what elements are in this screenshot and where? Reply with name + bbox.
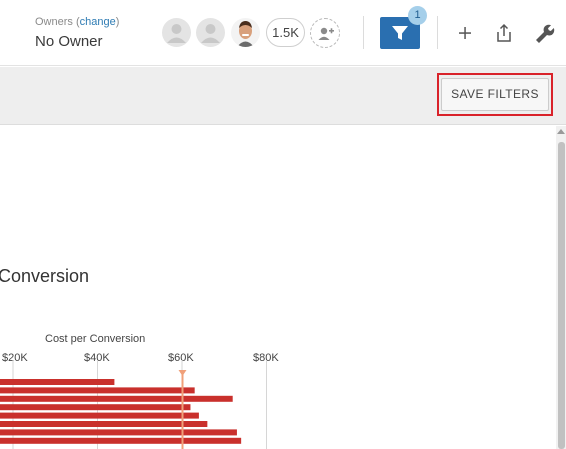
owners-label-prefix: Owners ( bbox=[35, 16, 80, 28]
owner-value: No Owner bbox=[35, 33, 103, 50]
cost-per-conversion-chart bbox=[0, 360, 267, 449]
bar[interactable] bbox=[0, 412, 199, 419]
bar[interactable] bbox=[0, 387, 195, 394]
follower-avatar-photo[interactable] bbox=[231, 18, 260, 47]
bar[interactable] bbox=[0, 379, 115, 385]
header-divider bbox=[437, 16, 438, 49]
add-person-icon bbox=[318, 27, 334, 40]
bar[interactable] bbox=[0, 429, 237, 436]
change-owner-link[interactable]: change bbox=[80, 16, 116, 28]
record-header: Owners (change) No Owner 1.5K 1 bbox=[0, 0, 566, 66]
share-button[interactable] bbox=[493, 22, 515, 44]
person-icon bbox=[167, 24, 186, 43]
filter-count-badge: 1 bbox=[408, 6, 427, 25]
chart-title: Conversion bbox=[0, 266, 90, 286]
scrollbar-thumb[interactable] bbox=[558, 142, 565, 449]
x-axis-title: Cost per Conversion bbox=[45, 333, 146, 345]
follower-count-badge[interactable]: 1.5K bbox=[266, 18, 305, 47]
owners-label-suffix: ) bbox=[115, 16, 120, 28]
follower-avatar-placeholder[interactable] bbox=[162, 18, 191, 47]
save-filters-button[interactable]: SAVE FILTERS bbox=[441, 78, 549, 111]
share-icon bbox=[497, 23, 511, 42]
bar[interactable] bbox=[0, 395, 233, 402]
follower-avatar-placeholder[interactable] bbox=[196, 18, 225, 47]
bar[interactable] bbox=[0, 421, 208, 427]
filter-icon bbox=[392, 26, 408, 40]
person-icon bbox=[201, 24, 220, 43]
plus-icon bbox=[459, 27, 471, 39]
add-button[interactable] bbox=[454, 22, 476, 44]
bar[interactable] bbox=[0, 437, 242, 444]
add-follower-button[interactable] bbox=[310, 18, 340, 48]
owners-caption: Owners (change) bbox=[35, 16, 119, 28]
user-photo-icon bbox=[237, 21, 254, 47]
app-root: Owners (change) No Owner 1.5K 1 SAVE FIL… bbox=[0, 0, 566, 449]
wrench-icon bbox=[536, 24, 555, 43]
reference-marker-icon bbox=[178, 370, 187, 376]
settings-button[interactable] bbox=[533, 22, 555, 44]
header-divider bbox=[363, 16, 364, 49]
scroll-up-arrow-icon[interactable] bbox=[557, 129, 565, 134]
bar[interactable] bbox=[0, 404, 191, 411]
